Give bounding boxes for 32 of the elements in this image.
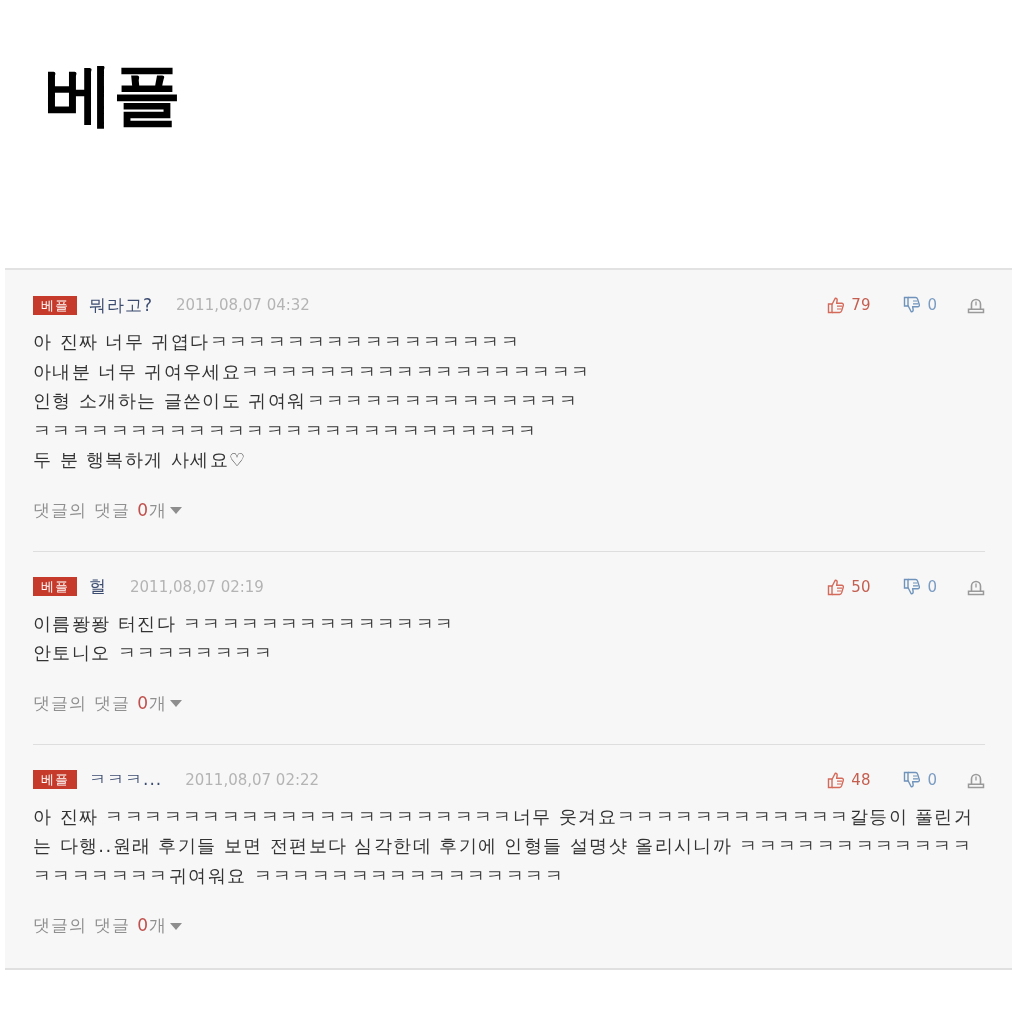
comment-text: 이름퐝퐝 터진다 ㅋㅋㅋㅋㅋㅋㅋㅋㅋㅋㅋㅋㅋㅋ 안토니오 ㅋㅋㅋㅋㅋㅋㅋㅋ bbox=[33, 611, 456, 665]
dislike-button[interactable]: 0 bbox=[903, 577, 937, 596]
like-button[interactable]: 48 bbox=[827, 770, 871, 789]
best-badge: 베플 bbox=[33, 577, 77, 596]
caret-icon bbox=[170, 507, 183, 514]
caret-icon bbox=[170, 700, 183, 707]
like-button[interactable]: 50 bbox=[827, 577, 871, 596]
comment-date: 2011,08,07 02:19 bbox=[130, 577, 264, 596]
best-badge: 베플 bbox=[33, 770, 77, 789]
thumbs-up-icon bbox=[827, 296, 846, 314]
author-name: 뭐라고? bbox=[89, 293, 154, 317]
dislike-button[interactable]: 0 bbox=[903, 770, 937, 789]
page-title: 베플 bbox=[45, 58, 181, 133]
reply-toggle-link[interactable]: 댓글의 댓글 0개 bbox=[33, 499, 183, 520]
thumbs-up-icon bbox=[827, 770, 846, 789]
comment-text: 아 진짜 너무 귀엽다ㅋㅋㅋㅋㅋㅋㅋㅋㅋㅋㅋㅋㅋㅋㅋㅋ 아내분 너무 귀여우세요ㅋㅋㅋㅋㅋㅋㅋㅋㅋㅋㅋㅋㅋㅋㅋㅋㅋㅋ 인형 소개하는 글쓴이도 귀여워ㅋㅋㅋㅋㅋㅋㅋㅋㅋㅋㅋㅋㅋㅋ ㅋㅋㅋㅋㅋㅋㅋㅋㅋㅋㅋㅋㅋㅋㅋㅋㅋㅋㅋㅋㅋㅋㅋㅋㅋㅋ 두 분 행복하게 사세요♡ bbox=[33, 330, 592, 472]
best-badge: 베플 bbox=[33, 295, 77, 315]
thumbs-down-icon bbox=[903, 296, 922, 314]
author-name: 헐 bbox=[89, 575, 107, 598]
like-button[interactable]: 79 bbox=[827, 296, 871, 314]
author-name: ㅋㅋㅋ... bbox=[89, 768, 163, 791]
thumbs-up-icon bbox=[827, 577, 846, 596]
caret-icon bbox=[170, 922, 183, 930]
comment-date: 2011,08,07 04:32 bbox=[176, 296, 310, 314]
reply-toggle-link[interactable]: 댓글의 댓글 0개 bbox=[33, 915, 183, 935]
reply-toggle-link[interactable]: 댓글의 댓글 0개 bbox=[33, 692, 183, 713]
thumbs-down-icon bbox=[903, 770, 922, 789]
siren-report-icon[interactable] bbox=[967, 296, 985, 314]
thumbs-down-icon bbox=[903, 577, 922, 596]
comment-date: 2011,08,07 02:22 bbox=[185, 770, 320, 789]
comment-text: 아 진짜 ㅋㅋㅋㅋㅋㅋㅋㅋㅋㅋㅋㅋㅋㅋㅋㅋㅋㅋㅋㅋㅋ너무 웃겨요ㅋㅋㅋㅋㅋㅋㅋㅋㅋㅋㅋㅋ갈등이 풀린거는 다행..원래 후기들 보면 전편보다 심각한데 후기에 인형들 설명샷 올리시니까 ㅋㅋㅋㅋㅋㅋㅋㅋㅋㅋㅋㅋㅋㅋㅋㅋㅋㅋㅋ귀여워요 ㅋㅋㅋㅋㅋㅋㅋㅋㅋㅋㅋㅋㅋㅋㅋㅋ bbox=[33, 804, 975, 888]
dislike-button[interactable]: 0 bbox=[903, 296, 937, 314]
